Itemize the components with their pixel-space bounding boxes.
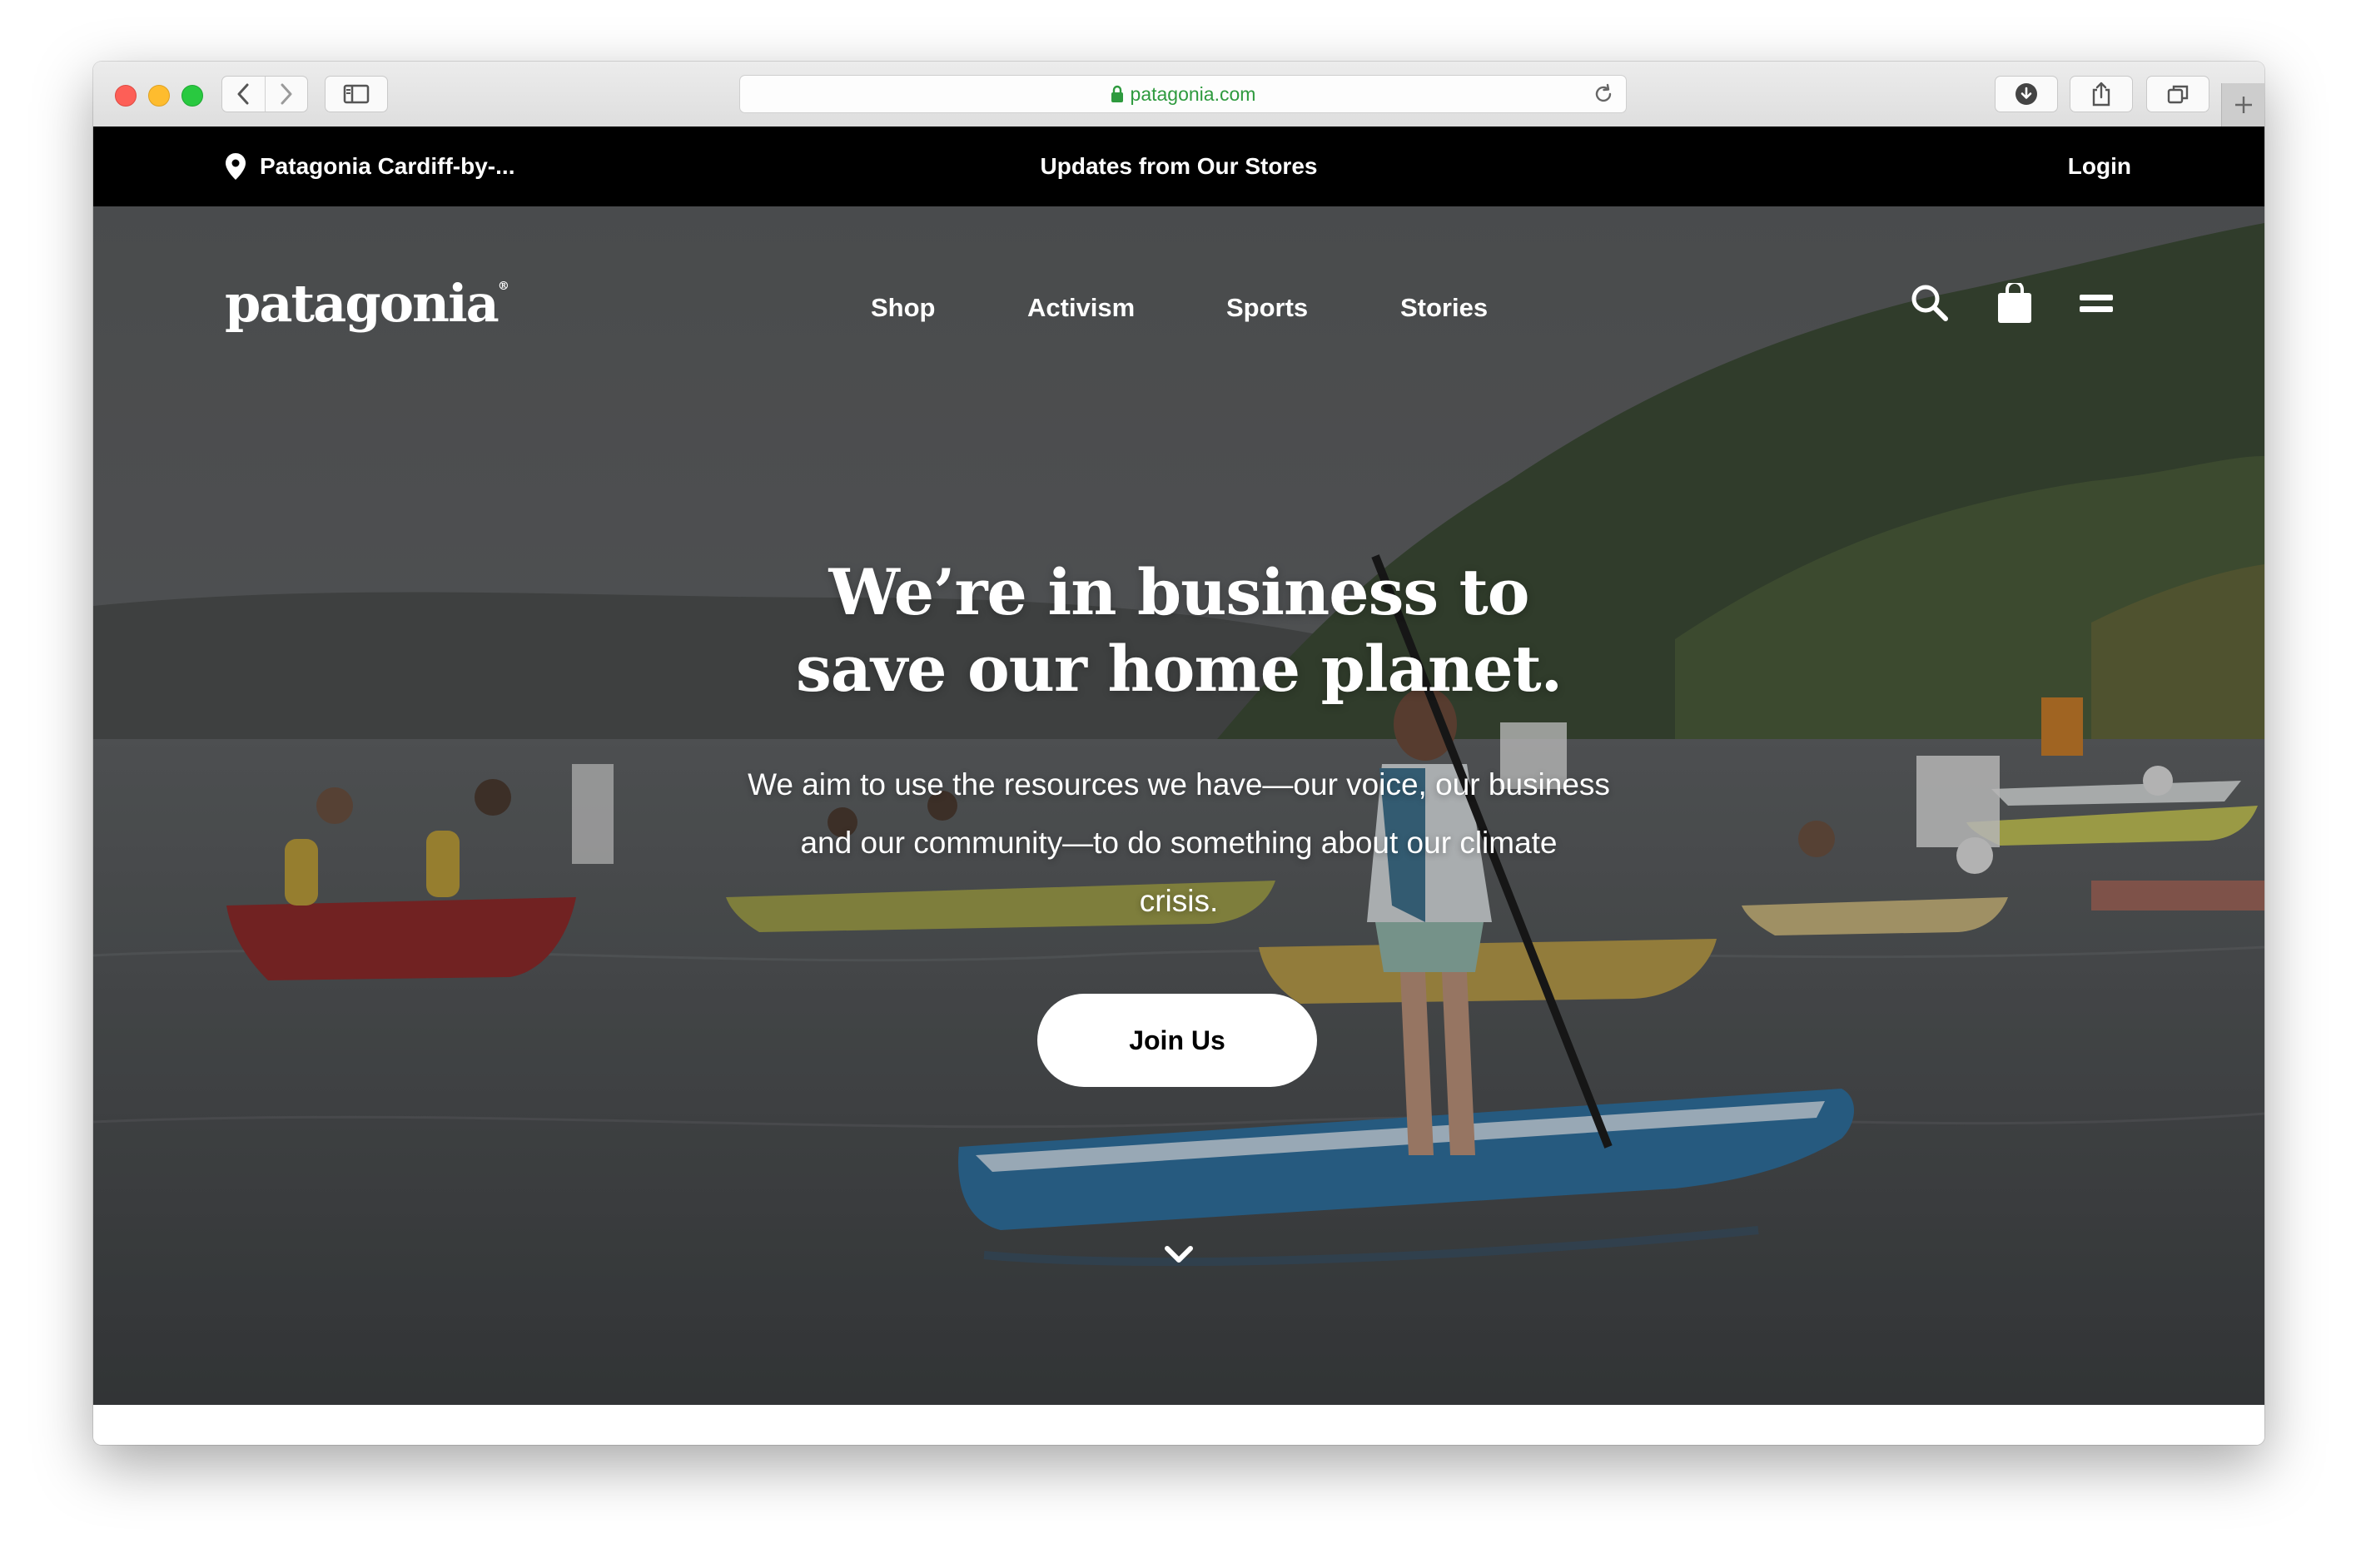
trademark-mark: ® — [497, 280, 509, 293]
browser-window: patagonia.com Patagonia Cardiff-by-... U… — [93, 62, 2264, 1445]
scroll-down-button[interactable] — [1162, 1243, 1195, 1271]
logo-wordmark: patagonia — [225, 273, 500, 334]
share-icon — [2092, 82, 2110, 107]
below-fold-area — [93, 1405, 2264, 1445]
close-window-button[interactable] — [115, 85, 137, 107]
maximize-window-button[interactable] — [181, 85, 203, 107]
nav-sports[interactable]: Sports — [1226, 293, 1308, 323]
web-page: Patagonia Cardiff-by-... Updates from Ou… — [93, 127, 2264, 1445]
url-text: patagonia.com — [1130, 82, 1256, 105]
browser-toolbar: patagonia.com — [93, 62, 2264, 127]
show-tabs-button[interactable] — [2146, 76, 2209, 112]
share-button[interactable] — [2070, 76, 2133, 112]
sidebar-icon — [343, 84, 370, 104]
store-updates-area: Updates from Our Stores — [93, 127, 2264, 206]
patagonia-logo[interactable]: patagonia® — [225, 273, 509, 334]
chevron-right-icon — [281, 83, 292, 105]
chevron-left-icon — [237, 83, 249, 105]
headline-line-1: We’re in business to — [828, 555, 1530, 629]
subtext-line-2: and our community—to do something about … — [800, 826, 1558, 860]
menu-button[interactable] — [2078, 283, 2115, 327]
headline-line-2: save our home planet. — [795, 632, 1563, 706]
minimize-window-button[interactable] — [148, 85, 170, 107]
chevron-down-icon — [1165, 1246, 1193, 1263]
address-bar[interactable]: patagonia.com — [739, 75, 1627, 113]
downloads-button[interactable] — [1995, 76, 2058, 112]
nav-shop[interactable]: Shop — [871, 293, 936, 323]
join-us-button[interactable]: Join Us — [1037, 994, 1317, 1087]
forward-button[interactable] — [264, 77, 308, 112]
new-tab-button[interactable] — [2221, 83, 2264, 127]
nav-stories[interactable]: Stories — [1400, 293, 1488, 323]
shopping-bag-icon — [1998, 280, 2031, 323]
sidebar-toggle-button[interactable] — [325, 76, 388, 112]
menu-icon — [2080, 295, 2113, 312]
hero-section: patagonia® Shop Activism Sports Stories … — [93, 206, 2264, 1405]
announcement-bar: Patagonia Cardiff-by-... Updates from Ou… — [93, 127, 2264, 206]
hero-subtext: We aim to use the resources we have—our … — [704, 756, 1653, 930]
search-icon — [1911, 285, 1948, 321]
login-link[interactable]: Login — [2068, 127, 2131, 206]
search-button[interactable] — [1910, 283, 1950, 327]
back-button[interactable] — [222, 77, 265, 112]
tabs-icon — [2167, 85, 2189, 104]
shopping-bag-button[interactable] — [1996, 280, 2033, 329]
download-icon — [2016, 83, 2037, 105]
lock-icon — [1111, 85, 1123, 102]
subtext-line-1: We aim to use the resources we have—our … — [748, 767, 1610, 801]
reload-button[interactable] — [1593, 83, 1614, 109]
reload-icon — [1595, 83, 1612, 102]
nav-activism[interactable]: Activism — [1027, 293, 1135, 323]
store-updates-link[interactable]: Updates from Our Stores — [1036, 153, 1323, 179]
plus-icon — [2235, 97, 2252, 113]
hero-headline: We’re in business to save our home plane… — [93, 554, 2264, 707]
history-nav-group — [221, 76, 308, 112]
subtext-line-3: crisis. — [1139, 884, 1219, 918]
